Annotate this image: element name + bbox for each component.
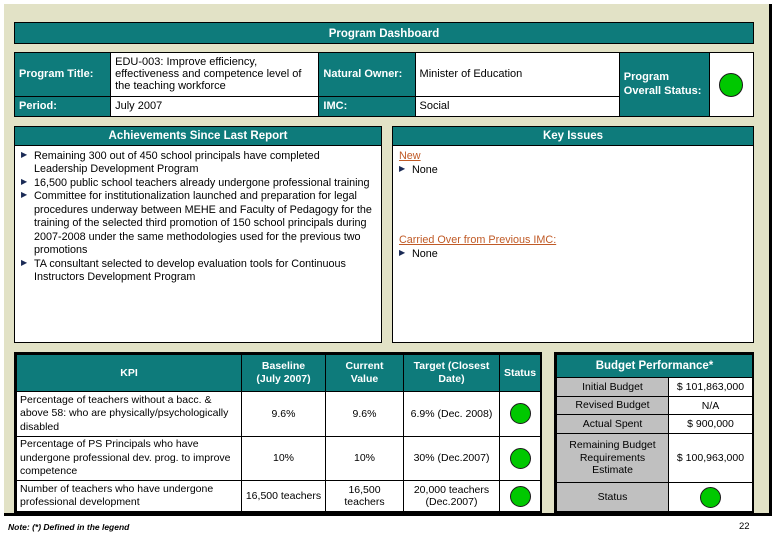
kpi-table-container: KPI Baseline (July 2007) Current Value Target… [14,352,542,514]
page-number: 22 [739,521,750,532]
budget-value-cell: $ 900,000 [668,414,753,435]
kpi-status-cell [499,480,541,512]
key-issue-new-item: None [399,164,747,177]
overall-status-label: Program Overall Status: [618,52,710,117]
kpi-baseline-cell: 9.6% [241,391,326,437]
key-issues-body: New None Carried Over from Previous IMC:… [393,146,753,266]
status-light-green-icon [509,403,531,425]
key-issues-new-list: None [399,164,747,177]
budget-table-container: Budget Performance* Initial Budget $ 101,… [554,352,754,514]
status-light-green-icon [700,486,721,508]
achievement-item: Remaining 300 out of 450 school principa… [21,150,375,177]
kpi-target-cell: 20,000 teachers (Dec.2007) [403,480,500,512]
natural-owner-label: Natural Owner: [318,52,416,97]
status-light-green-icon [509,447,531,469]
achievement-item: TA consultant selected to develop evalua… [21,258,375,285]
key-issues-heading: Key Issues [393,127,753,146]
budget-label-cell: Revised Budget [556,395,669,416]
footnote: Note: (*) Defined in the legend [8,522,130,532]
kpi-row: Percentage of PS Principals who have und… [16,435,541,482]
natural-owner-value: Minister of Education [414,52,620,97]
key-issues-panel: Key Issues New None Carried Over from Pr… [392,126,754,343]
kpi-header-row: KPI Baseline (July 2007) Current Value Target… [16,354,541,392]
kpi-target-cell: 30% (Dec.2007) [403,435,500,482]
budget-row: Initial Budget $ 101,863,000 [556,377,753,397]
dashboard-title-bar: Program Dashboard [14,22,754,44]
kpi-baseline-cell: 16,500 teachers [241,480,326,512]
budget-value-cell: $ 101,863,000 [668,377,753,397]
kpi-name-cell: Percentage of PS Principals who have und… [16,435,242,482]
key-issues-spacer [399,178,747,234]
key-issues-new-label: New [399,150,421,162]
achievement-item: 16,500 public school teachers already un… [21,177,375,190]
budget-status-label: Status [556,482,669,512]
kpi-current-cell: 16,500 teachers [325,480,404,512]
key-issue-carried-item: None [399,248,747,261]
status-light-green-icon [509,485,531,507]
kpi-baseline-cell: 10% [241,435,326,482]
budget-status-cell [668,482,753,512]
period-label: Period: [13,95,112,118]
kpi-status-cell [499,435,541,482]
budget-value-cell: N/A [668,395,753,416]
achievements-list: Remaining 300 out of 450 school principa… [21,150,375,285]
budget-performance-table: Budget Performance* Initial Budget $ 101,… [556,354,753,512]
kpi-row: Percentage of teachers without a bacc. &… [16,391,541,437]
achievements-panel: Achievements Since Last Report Remaining… [14,126,382,343]
program-title-value: EDU-003: Improve efficiency, effectivene… [110,52,320,97]
kpi-column-header: KPI [16,354,242,392]
kpi-current-cell: 10% [325,435,404,482]
budget-label-cell: Remaining Budget Requirements Estimate [556,433,669,484]
achievement-item: Committee for institutionalization launc… [21,190,375,257]
program-header-table: Program Title: EDU-003: Improve efficien… [13,52,755,118]
key-issues-carried-label: Carried Over from Previous IMC: [399,233,557,246]
budget-row: Revised Budget N/A [556,395,753,416]
achievements-heading: Achievements Since Last Report [15,127,381,146]
period-value: July 2007 [110,95,320,118]
kpi-status-cell [499,391,541,437]
key-issues-carried-list: None [399,248,747,261]
budget-label-cell: Actual Spent [556,414,669,435]
kpi-name-cell: Percentage of teachers without a bacc. &… [16,391,242,437]
budget-label-cell: Initial Budget [556,377,669,397]
budget-row: Remaining Budget Requirements Estimate $ … [556,433,753,484]
kpi-current-cell: 9.6% [325,391,404,437]
kpi-column-header: Current Value [325,354,404,392]
budget-row: Actual Spent $ 900,000 [556,414,753,435]
budget-status-row: Status [556,482,753,512]
imc-value: Social [414,95,620,118]
status-light-green-icon [719,72,744,97]
imc-label: IMC: [318,95,416,118]
kpi-target-cell: 6.9% (Dec. 2008) [403,391,500,437]
kpi-column-header: Baseline (July 2007) [241,354,326,392]
budget-heading: Budget Performance* [556,354,753,378]
achievements-body: Remaining 300 out of 450 school principa… [15,146,381,289]
kpi-row: Number of teachers who have undergone pr… [16,480,541,512]
slide-root: Program Dashboard Program Title: EDU-003… [0,0,780,540]
program-title-label: Program Title: [13,52,112,97]
overall-status-light-cell [708,52,755,117]
kpi-table: KPI Baseline (July 2007) Current Value Target… [16,354,541,512]
kpi-column-header: Status [499,354,541,392]
budget-value-cell: $ 100,963,000 [668,433,753,484]
kpi-column-header: Target (Closest Date) [403,354,500,392]
kpi-name-cell: Number of teachers who have undergone pr… [16,480,242,512]
